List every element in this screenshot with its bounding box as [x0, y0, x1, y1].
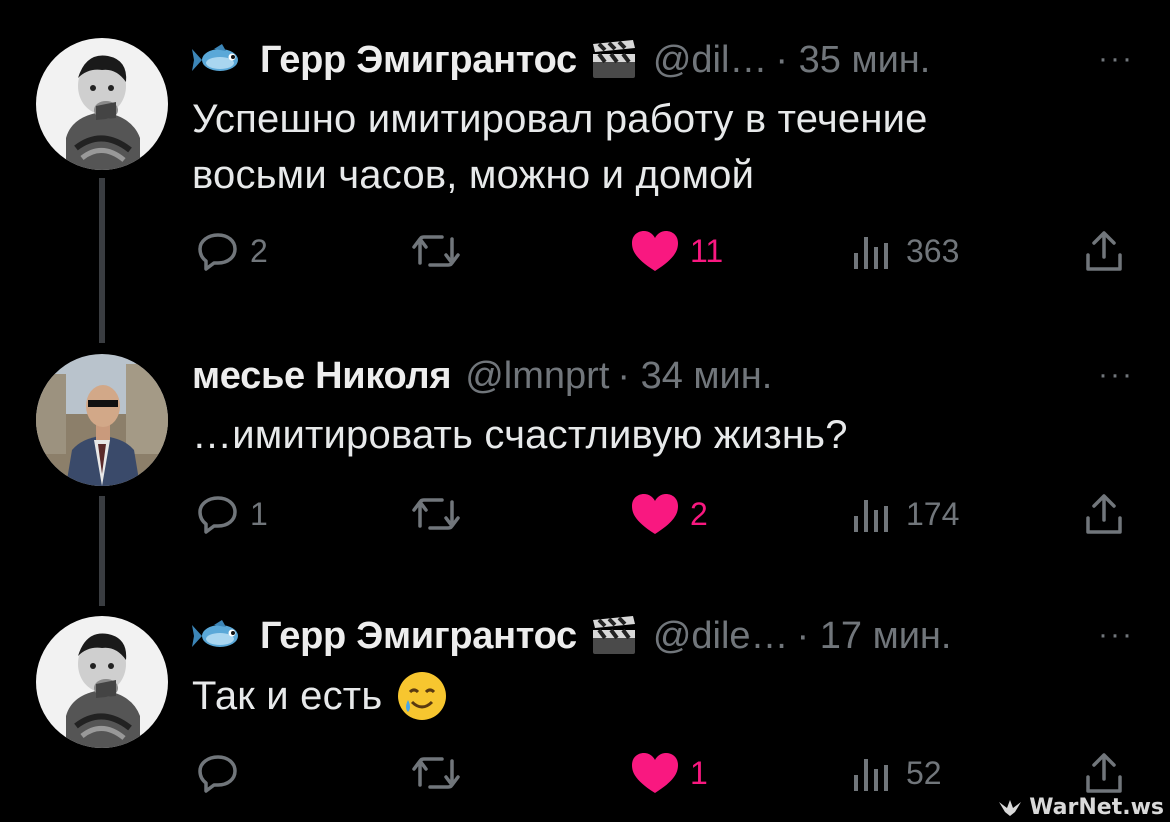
like-button[interactable]: 1 [630, 748, 708, 798]
retweet-button[interactable] [410, 748, 462, 798]
tweet-time[interactable]: · 35 мин. [775, 39, 930, 82]
like-button[interactable]: 11 [630, 226, 723, 276]
share-icon [1082, 751, 1126, 795]
reply-icon [196, 492, 240, 536]
reply-count: 1 [250, 495, 268, 532]
view-count: 363 [906, 232, 960, 269]
heart-icon [630, 492, 680, 536]
view-count: 52 [906, 754, 942, 791]
clapper-board-emoji-icon [577, 40, 653, 80]
views-button[interactable]: 174 [850, 489, 959, 539]
child-photo-avatar[interactable] [36, 616, 168, 748]
reply-icon [196, 229, 240, 273]
share-icon [1082, 492, 1126, 536]
smiling-face-with-tear-emoji-icon [396, 670, 448, 722]
tweet[interactable]: Герр Эмигрантос @dil… · 35 мин. ··· Успе… [0, 0, 1170, 300]
tweet-actions: 2 11 363 [0, 226, 1170, 276]
author-handle[interactable]: @dile… [653, 615, 789, 658]
more-options-button[interactable]: ··· [1098, 358, 1134, 392]
tweet-time[interactable]: · 17 мин. [797, 615, 952, 658]
tweet[interactable]: Герр Эмигрантос @dile… · 17 мин. ··· Так… [0, 600, 1170, 822]
like-button[interactable]: 2 [630, 489, 708, 539]
like-count: 2 [690, 495, 708, 532]
tweet-text-line: Так и есть [192, 674, 383, 718]
tweet-text-line: восьми часов, можно и домой [192, 153, 755, 197]
share-button[interactable] [1082, 226, 1126, 276]
views-chart-icon [850, 229, 890, 273]
reply-button[interactable]: 1 [196, 489, 268, 539]
man-in-suit-avatar[interactable] [36, 354, 168, 486]
like-count: 11 [690, 232, 724, 269]
reply-button[interactable]: 2 [196, 226, 268, 276]
tweet-actions: 1 2 174 [0, 489, 1170, 539]
share-icon [1082, 229, 1126, 273]
tweet-actions: 1 52 [0, 748, 1170, 798]
reply-button[interactable] [196, 748, 250, 798]
child-photo-avatar[interactable] [36, 38, 168, 170]
reply-count: 2 [250, 232, 268, 269]
heart-icon [630, 751, 680, 795]
eagle-logo-icon [997, 798, 1023, 818]
like-count: 1 [690, 754, 708, 791]
fish-emoji-icon [192, 619, 260, 653]
author-name[interactable]: месье Николя [192, 355, 452, 398]
tweet-text-line: Успешно имитировал работу в течение [192, 97, 928, 141]
tweet[interactable]: месье Николя @lmnprt · 34 мин. ··· …имит… [0, 300, 1170, 600]
retweet-icon [410, 751, 462, 795]
tweet-header: Герр Эмигрантос @dile… · 17 мин. [192, 611, 951, 661]
tweet-time[interactable]: · 34 мин. [617, 355, 772, 398]
more-options-button[interactable]: ··· [1098, 618, 1134, 652]
tweet-text: …имитировать счастливую жизнь? [192, 407, 848, 463]
views-chart-icon [850, 751, 890, 795]
author-handle[interactable]: @dil… [653, 39, 768, 82]
more-options-button[interactable]: ··· [1098, 42, 1134, 76]
view-count: 174 [906, 495, 960, 532]
author-name[interactable]: Герр Эмигрантос [260, 39, 577, 82]
watermark-text: WarNet.ws [1029, 795, 1164, 820]
author-name[interactable]: Герр Эмигрантос [260, 615, 577, 658]
retweet-button[interactable] [410, 226, 462, 276]
tweet-header: месье Николя @lmnprt · 34 мин. [192, 351, 772, 401]
watermark: WarNet.ws [997, 795, 1164, 820]
tweet-text-line: …имитировать счастливую жизнь? [192, 413, 848, 457]
fish-emoji-icon [192, 43, 260, 77]
tweet-header: Герр Эмигрантос @dil… · 35 мин. [192, 35, 930, 85]
author-handle[interactable]: @lmnprt [465, 355, 609, 398]
tweet-text: Успешно имитировал работу в течение вось… [192, 91, 928, 203]
retweet-icon [410, 492, 462, 536]
views-button[interactable]: 52 [850, 748, 942, 798]
views-button[interactable]: 363 [850, 226, 959, 276]
tweet-text: Так и есть [192, 668, 448, 724]
reply-icon [196, 751, 240, 795]
share-button[interactable] [1082, 748, 1126, 798]
retweet-button[interactable] [410, 489, 462, 539]
views-chart-icon [850, 492, 890, 536]
retweet-icon [410, 229, 462, 273]
clapper-board-emoji-icon [577, 616, 653, 656]
heart-icon [630, 229, 680, 273]
share-button[interactable] [1082, 489, 1126, 539]
